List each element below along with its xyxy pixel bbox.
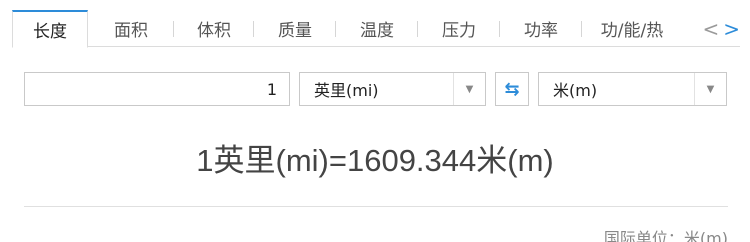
si-unit-note: 国际单位：米(m) (603, 229, 728, 242)
from-unit-select[interactable]: 英里(mi) ▼ (299, 72, 486, 106)
chevron-right-icon[interactable]: > (723, 19, 740, 39)
tab-area[interactable]: 面积 (88, 10, 174, 47)
tab-mass[interactable]: 质量 (254, 10, 336, 47)
divider (24, 206, 728, 207)
conversion-result: 1英里(mi)=1609.344米(m) (196, 143, 554, 178)
tab-pressure[interactable]: 压力 (418, 10, 500, 47)
from-unit-value: 英里(mi) (314, 81, 379, 100)
tab-length[interactable]: 长度 (12, 10, 88, 48)
value-input[interactable] (24, 72, 290, 106)
tab-power[interactable]: 功率 (500, 10, 582, 47)
swap-units-button[interactable]: ⇆ (495, 72, 529, 106)
unit-category-tabs: 长度 面积 体积 质量 温度 压力 功率 功/能/热 < > (12, 10, 740, 48)
tab-nav: < > (702, 10, 740, 47)
tab-work-energy-heat[interactable]: 功/能/热 (582, 10, 682, 47)
chevron-down-icon: ▼ (694, 73, 726, 105)
tab-volume[interactable]: 体积 (174, 10, 254, 47)
to-unit-select[interactable]: 米(m) ▼ (538, 72, 727, 106)
chevron-left-icon[interactable]: < (702, 19, 719, 39)
tab-temperature[interactable]: 温度 (336, 10, 418, 47)
to-unit-value: 米(m) (553, 81, 598, 100)
chevron-down-icon: ▼ (453, 73, 485, 105)
swap-icon: ⇆ (504, 78, 520, 100)
